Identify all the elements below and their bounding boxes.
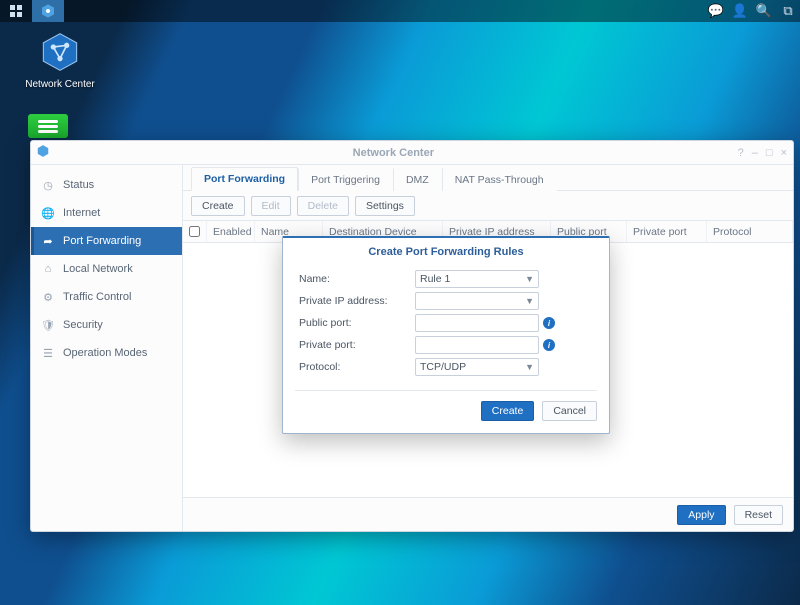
window-maximize-button[interactable]: □ — [766, 147, 773, 159]
sidebar-item-local-network[interactable]: ⌂ Local Network — [31, 255, 182, 283]
sidebar-item-status[interactable]: ◷ Status — [31, 171, 182, 199]
gauge-icon: ◷ — [41, 178, 55, 192]
app-switch-network-center[interactable] — [32, 0, 64, 22]
chevron-down-icon: ▼ — [525, 296, 534, 306]
sidebar-item-label: Operation Modes — [63, 347, 147, 359]
select-all-checkbox[interactable] — [189, 226, 200, 237]
wifi-tray-icon[interactable] — [28, 114, 68, 138]
panel-footer: Apply Reset — [183, 497, 793, 531]
sidebar-item-label: Security — [63, 319, 103, 331]
network-center-icon — [40, 32, 80, 72]
create-button[interactable]: Create — [191, 196, 245, 216]
window-close-button[interactable]: × — [781, 147, 787, 159]
edit-button: Edit — [251, 196, 291, 216]
sidebar-item-security[interactable]: 🛡 Security — [31, 311, 182, 339]
desktop-shortcut-network-center[interactable]: Network Center — [24, 32, 96, 90]
system-task-bar: 💬 👤 🔍 ⧉ — [0, 0, 800, 22]
name-select[interactable]: Rule 1 ▼ — [415, 270, 539, 288]
private-port-label: Private port: — [299, 339, 415, 351]
dialog-create-button[interactable]: Create — [481, 401, 535, 421]
sliders-icon: ⚙ — [41, 290, 55, 304]
window-help-button[interactable]: ? — [738, 147, 744, 159]
col-privport[interactable]: Private port — [627, 221, 707, 242]
create-rule-dialog: Create Port Forwarding Rules Name: Rule … — [282, 236, 610, 434]
dashboard-button[interactable] — [0, 0, 32, 22]
tab-bar: Port Forwarding Port Triggering DMZ NAT … — [183, 165, 793, 191]
settings-button[interactable]: Settings — [355, 196, 415, 216]
user-icon[interactable]: 👤 — [728, 3, 752, 19]
name-label: Name: — [299, 273, 415, 285]
toolbar: Create Edit Delete Settings — [183, 191, 793, 221]
sidebar-item-label: Local Network — [63, 263, 133, 275]
sidebar-item-label: Status — [63, 179, 94, 191]
window-app-icon — [31, 144, 55, 161]
tab-port-forwarding[interactable]: Port Forwarding — [191, 167, 298, 191]
tab-dmz[interactable]: DMZ — [393, 168, 442, 191]
apply-button[interactable]: Apply — [677, 505, 725, 525]
search-icon[interactable]: 🔍 — [752, 3, 776, 19]
col-enabled[interactable]: Enabled — [207, 221, 255, 242]
private-ip-label: Private IP address: — [299, 295, 415, 307]
sidebar: ◷ Status 🌐 Internet ➦ Port Forwarding ⌂ … — [31, 165, 183, 531]
desktop-shortcut-label: Network Center — [24, 79, 96, 90]
sidebar-item-label: Internet — [63, 207, 100, 219]
sidebar-item-port-forwarding[interactable]: ➦ Port Forwarding — [31, 227, 182, 255]
info-icon[interactable]: i — [543, 339, 555, 351]
chevron-down-icon: ▼ — [525, 362, 534, 372]
tab-nat-pass-through[interactable]: NAT Pass-Through — [442, 168, 557, 191]
private-ip-select[interactable]: ▼ — [415, 292, 539, 310]
window-minimize-button[interactable]: – — [752, 147, 758, 159]
sidebar-item-traffic-control[interactable]: ⚙ Traffic Control — [31, 283, 182, 311]
public-port-input[interactable] — [415, 314, 539, 332]
tab-port-triggering[interactable]: Port Triggering — [298, 168, 393, 191]
home-network-icon: ⌂ — [41, 262, 55, 276]
chat-icon[interactable]: 💬 — [704, 3, 728, 19]
operation-mode-icon: ☰ — [41, 346, 55, 360]
sidebar-item-label: Port Forwarding — [63, 235, 141, 247]
sidebar-item-operation-modes[interactable]: ☰ Operation Modes — [31, 339, 182, 367]
window-titlebar[interactable]: Network Center ? – □ × — [31, 141, 793, 165]
sidebar-item-label: Traffic Control — [63, 291, 131, 303]
reset-button[interactable]: Reset — [734, 505, 783, 525]
col-proto[interactable]: Protocol — [707, 221, 793, 242]
private-port-input[interactable] — [415, 336, 539, 354]
sidebar-item-internet[interactable]: 🌐 Internet — [31, 199, 182, 227]
dialog-cancel-button[interactable]: Cancel — [542, 401, 597, 421]
window-manager-icon[interactable]: ⧉ — [776, 3, 800, 19]
protocol-select[interactable]: TCP/UDP ▼ — [415, 358, 539, 376]
delete-button: Delete — [297, 196, 349, 216]
protocol-label: Protocol: — [299, 361, 415, 373]
globe-icon: 🌐 — [41, 206, 55, 220]
public-port-label: Public port: — [299, 317, 415, 329]
info-icon[interactable]: i — [543, 317, 555, 329]
dialog-title: Create Port Forwarding Rules — [283, 238, 609, 268]
shield-icon: 🛡 — [41, 318, 55, 332]
window-title: Network Center — [55, 147, 732, 159]
chevron-down-icon: ▼ — [525, 274, 534, 284]
share-icon: ➦ — [41, 234, 55, 248]
